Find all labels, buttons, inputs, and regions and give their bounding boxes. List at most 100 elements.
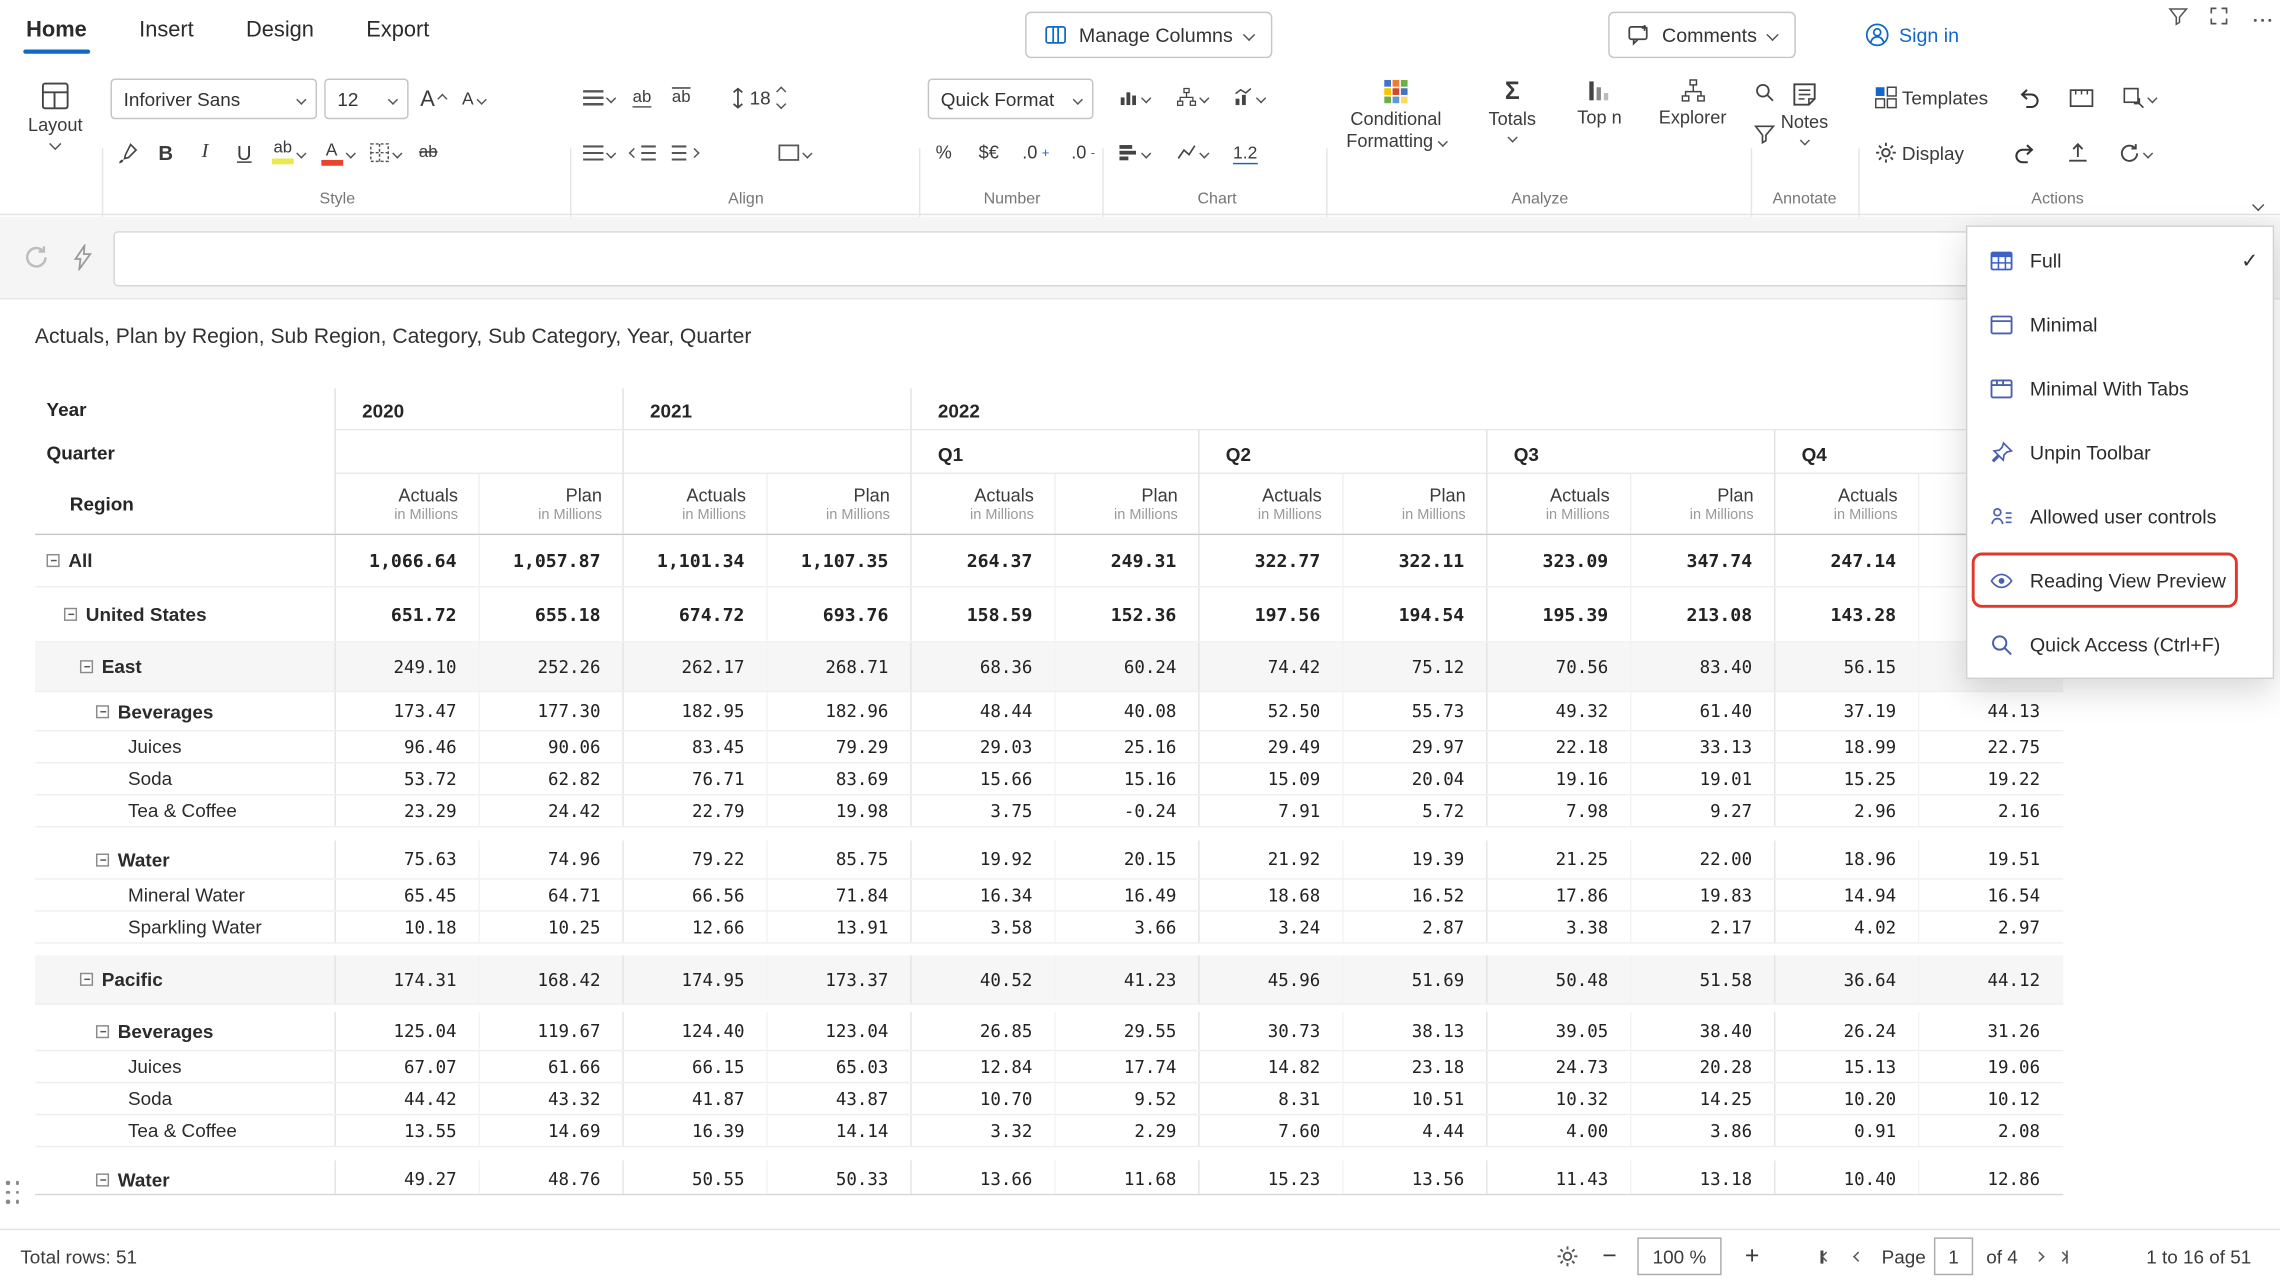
value-cell[interactable]: 11.68 [1054,1160,1198,1195]
strikethrough-icon[interactable]: ab [412,134,444,172]
year-header-cell[interactable]: 2021 [622,388,910,430]
value-cell[interactable]: 152.36 [1054,587,1198,641]
value-cell[interactable]: 693.76 [766,587,910,641]
value-cell[interactable]: 14.94 [1774,880,1918,911]
value-cell[interactable]: 174.95 [622,955,766,1003]
undo-button[interactable] [2013,79,2045,117]
redo-button[interactable] [2009,134,2041,172]
layout-button[interactable]: Layout [15,81,96,148]
value-cell[interactable]: 12.84 [910,1051,1054,1082]
value-cell[interactable]: 13.91 [766,912,910,943]
value-cell[interactable]: 44.12 [1918,955,2062,1003]
filter-icon[interactable] [2168,6,2188,26]
value-cell[interactable]: 123.04 [766,1012,910,1050]
measure-header-cell[interactable]: Planin Millions [1342,474,1486,534]
value-cell[interactable]: 56.15 [1774,643,1918,691]
frame-size-icon[interactable] [2065,79,2098,117]
highlight-color-button[interactable]: ab [268,134,309,172]
value-cell[interactable]: 173.37 [766,955,910,1003]
value-cell[interactable]: 29.55 [1054,1012,1198,1050]
value-cell[interactable]: 66.15 [622,1051,766,1082]
value-cell[interactable]: 19.06 [1918,1051,2062,1082]
value-cell[interactable]: 15.66 [910,763,1054,794]
value-cell[interactable]: 0.91 [1774,1115,1918,1146]
row-label-east[interactable]: East [35,643,335,691]
value-cell[interactable]: 14.82 [1198,1051,1342,1082]
value-cell[interactable]: 11.43 [1486,1160,1630,1195]
value-cell[interactable]: 3.66 [1054,912,1198,943]
value-cell[interactable]: 15.23 [1198,1160,1342,1195]
value-cell[interactable]: 19.83 [1630,880,1774,911]
increase-height-icon[interactable] [777,87,786,96]
value-cell[interactable]: 19.16 [1486,763,1630,794]
value-cell[interactable]: 40.52 [910,955,1054,1003]
value-cell[interactable]: 14.25 [1630,1083,1774,1114]
last-page-button[interactable] [2059,1230,2068,1282]
decrease-decimals-button[interactable]: .0- [1067,134,1100,172]
page-number-input[interactable]: 1 [1934,1237,1973,1275]
value-cell[interactable]: 10.20 [1774,1083,1918,1114]
value-cell[interactable]: 213.08 [1630,587,1774,641]
value-cell[interactable]: 14.14 [766,1115,910,1146]
value-cell[interactable]: 26.85 [910,1012,1054,1050]
value-cell[interactable]: 347.74 [1630,535,1774,586]
value-cell[interactable]: 50.55 [622,1160,766,1195]
refresh-disabled-icon[interactable] [23,244,49,270]
year-header-cell[interactable]: 2022 [910,388,2062,430]
value-cell[interactable]: 13.56 [1342,1160,1486,1195]
value-cell[interactable]: 3.58 [910,912,1054,943]
value-cell[interactable]: 651.72 [334,587,478,641]
value-cell[interactable]: 262.17 [622,643,766,691]
cell-border-button[interactable] [773,134,814,172]
value-cell[interactable]: 48.44 [910,692,1054,730]
value-cell[interactable]: 10.70 [910,1083,1054,1114]
value-cell[interactable]: 3.32 [910,1115,1054,1146]
decrease-height-icon[interactable] [777,98,786,107]
value-cell[interactable]: 2.17 [1630,912,1774,943]
value-cell[interactable]: 197.56 [1198,587,1342,641]
value-cell[interactable]: 62.82 [478,763,622,794]
notes-button[interactable]: Notes [1759,81,1849,143]
value-cell[interactable]: 21.92 [1198,840,1342,878]
row-label-soda[interactable]: Soda [35,763,335,794]
collapse-icon[interactable] [47,554,60,567]
font-size-select[interactable]: 12 [324,79,408,120]
value-cell[interactable]: 43.87 [766,1083,910,1114]
menu-item-unpin-toolbar[interactable]: Unpin Toolbar [1967,420,2272,484]
value-cell[interactable]: 2.29 [1054,1115,1198,1146]
value-cell[interactable]: 65.03 [766,1051,910,1082]
value-cell[interactable]: 23.29 [334,795,478,826]
row-label-mineral-water[interactable]: Mineral Water [35,880,335,911]
value-cell[interactable]: 17.86 [1486,880,1630,911]
row-height-control[interactable]: 18 [725,79,789,117]
value-cell[interactable]: 3.38 [1486,912,1630,943]
value-cell[interactable]: 36.64 [1774,955,1918,1003]
value-cell[interactable]: 655.18 [478,587,622,641]
value-cell[interactable]: 22.00 [1630,840,1774,878]
value-cell[interactable]: 65.45 [334,880,478,911]
value-cell[interactable]: 18.68 [1198,880,1342,911]
quick-format-select[interactable]: Quick Format [928,79,1094,120]
font-family-select[interactable]: Inforiver Sans [111,79,317,120]
value-cell[interactable]: 168.42 [478,955,622,1003]
value-cell[interactable]: 29.97 [1342,731,1486,762]
value-cell[interactable]: 124.40 [622,1012,766,1050]
row-label-all[interactable]: All [35,535,335,586]
value-cell[interactable]: 4.44 [1342,1115,1486,1146]
value-cell[interactable]: 247.14 [1774,535,1918,586]
value-cell[interactable]: 3.24 [1198,912,1342,943]
collapse-icon[interactable] [80,660,93,673]
value-cell[interactable]: 19.92 [910,840,1054,878]
manage-columns-button[interactable]: Manage Columns [1025,12,1272,59]
sign-in-button[interactable]: Sign in [1852,12,1970,59]
value-cell[interactable]: 45.96 [1198,955,1342,1003]
value-cell[interactable]: 60.24 [1054,643,1198,691]
value-cell[interactable]: 20.04 [1342,763,1486,794]
row-label-water[interactable]: Water [35,1160,335,1195]
value-cell[interactable]: 15.25 [1774,763,1918,794]
value-cell[interactable]: 75.63 [334,840,478,878]
measure-header-cell[interactable]: Actualsin Millions [910,474,1054,534]
value-cell[interactable]: 5.72 [1342,795,1486,826]
value-cell[interactable]: 50.48 [1486,955,1630,1003]
value-cell[interactable]: 2.96 [1774,795,1918,826]
